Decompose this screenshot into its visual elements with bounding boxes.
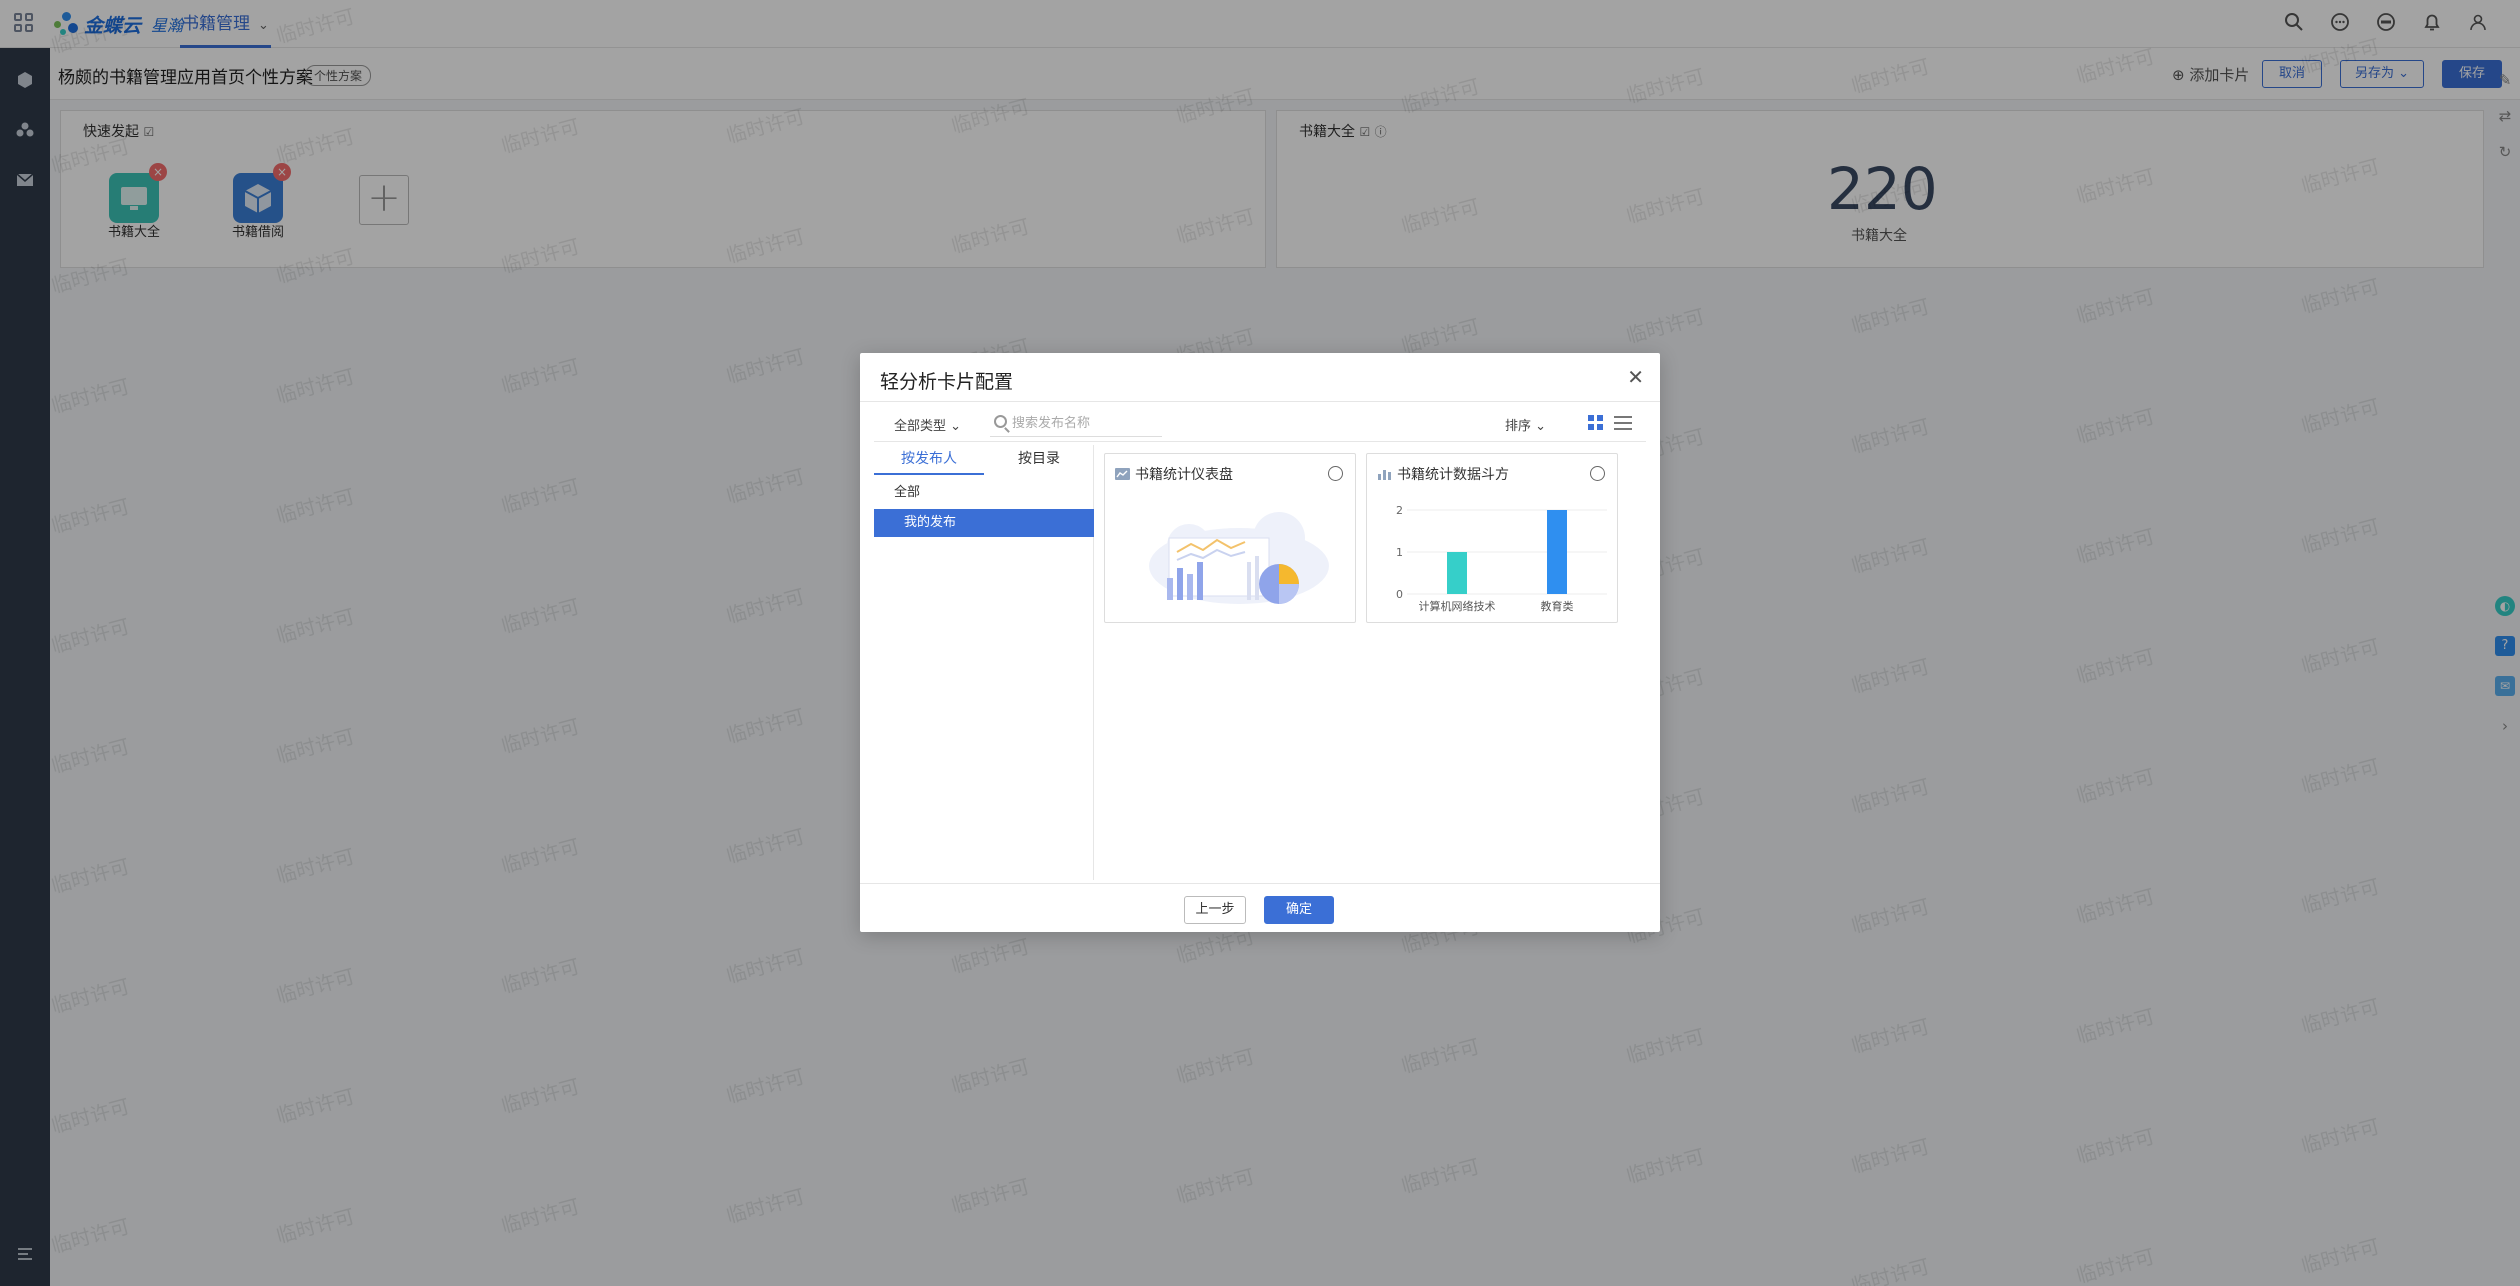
x-tick-label: 教育类	[1541, 599, 1574, 613]
bar-chart-icon	[1377, 468, 1392, 480]
result-card[interactable]: 书籍统计数据斗方 0 1 2 计算机网络技术 教育类	[1366, 453, 1618, 623]
result-card-title: 书籍统计仪表盘	[1135, 467, 1233, 483]
bar	[1547, 510, 1567, 594]
y-tick-label: 2	[1396, 504, 1403, 517]
close-icon[interactable]: ✕	[1627, 367, 1644, 387]
type-filter-select[interactable]: 全部类型 ⌄	[894, 415, 961, 434]
search-input[interactable]	[1012, 412, 1162, 434]
result-card-title: 书籍统计数据斗方	[1397, 467, 1509, 483]
sort-label: 排序	[1505, 419, 1532, 434]
list-view-icon[interactable]	[1614, 415, 1632, 431]
chevron-down-icon: ⌄	[950, 419, 962, 434]
publisher-tree-panel: 按发布人 按目录 全部 我的发布	[874, 445, 1094, 880]
search-box	[990, 409, 1162, 437]
y-tick-label: 0	[1396, 588, 1403, 601]
dashboard-icon	[1115, 468, 1130, 480]
divider	[860, 401, 1660, 402]
previous-step-button[interactable]: 上一步	[1184, 896, 1246, 924]
chevron-down-icon: ⌄	[1535, 419, 1547, 434]
select-radio[interactable]	[1590, 466, 1605, 481]
x-tick-label: 计算机网络技术	[1419, 599, 1496, 613]
app-root: 金蝶云 星瀚 书籍管理 ⌄ 杨颇的书籍管理应用首页个性方案 个性方案 ⊕ 添加卡…	[0, 0, 2520, 1286]
tree-item-my-publish[interactable]: 我的发布	[874, 509, 1094, 537]
type-filter-label: 全部类型	[894, 419, 947, 434]
select-radio[interactable]	[1328, 466, 1343, 481]
search-icon	[994, 415, 1007, 428]
bar-chart: 0 1 2 计算机网络技术 教育类	[1396, 504, 1607, 613]
dashboard-illustration	[1149, 512, 1329, 604]
divider	[860, 883, 1660, 884]
tab-by-directory[interactable]: 按目录	[984, 445, 1094, 475]
dialog-title: 轻分析卡片配置	[880, 371, 1014, 393]
result-card[interactable]: 书籍统计仪表盘	[1104, 453, 1356, 623]
sort-select[interactable]: 排序 ⌄	[1505, 415, 1546, 434]
grid-view-icon[interactable]	[1588, 415, 1604, 431]
analysis-card-config-dialog: 轻分析卡片配置 ✕ 全部类型 ⌄ 排序 ⌄ 按发布人 按目录 全部 我的发布 书…	[860, 353, 1660, 932]
divider	[874, 441, 1646, 442]
tab-by-publisher[interactable]: 按发布人	[874, 445, 984, 475]
tree-item-all[interactable]: 全部	[874, 479, 1094, 507]
bar	[1447, 552, 1467, 594]
y-tick-label: 1	[1396, 546, 1403, 559]
confirm-button[interactable]: 确定	[1264, 896, 1334, 924]
